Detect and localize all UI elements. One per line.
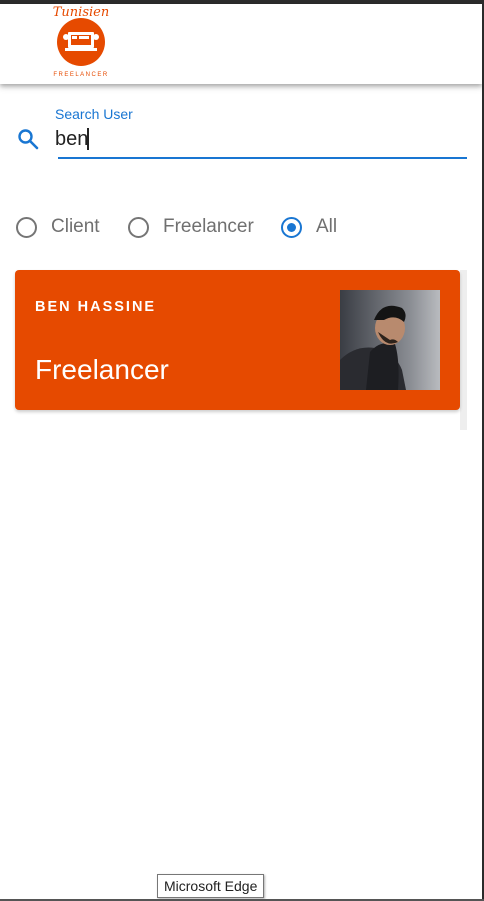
search-input[interactable] [55,126,460,152]
radio-freelancer-circle[interactable] [128,216,149,238]
search-label: Search User [55,106,133,122]
app-logo[interactable]: Tunisien FREELANCER [48,4,114,80]
search-underline [58,157,467,159]
user-role: Freelancer [35,354,169,385]
radio-client[interactable]: Client [16,213,100,241]
radio-client-label[interactable]: Client [51,216,100,238]
search-icon [18,129,39,150]
logo-text-bottom: FREELANCER [53,72,108,78]
radio-all[interactable]: All [281,213,337,241]
logo-text-top: Tunisien [53,5,109,20]
results-scrollbar[interactable] [460,270,467,430]
user-avatar [340,290,440,390]
user-name: BEN HASSINE [35,299,157,315]
user-card[interactable]: BEN HASSINE Freelancer [15,270,460,410]
radio-freelancer[interactable]: Freelancer [128,213,254,241]
app-bar: Tunisien FREELANCER [0,4,482,84]
radio-client-circle[interactable] [16,216,37,238]
tooltip: Microsoft Edge [157,874,265,898]
radio-freelancer-label[interactable]: Freelancer [163,216,254,238]
radio-all-label[interactable]: All [316,216,337,238]
text-caret [87,128,89,150]
radio-all-circle[interactable] [281,216,302,238]
